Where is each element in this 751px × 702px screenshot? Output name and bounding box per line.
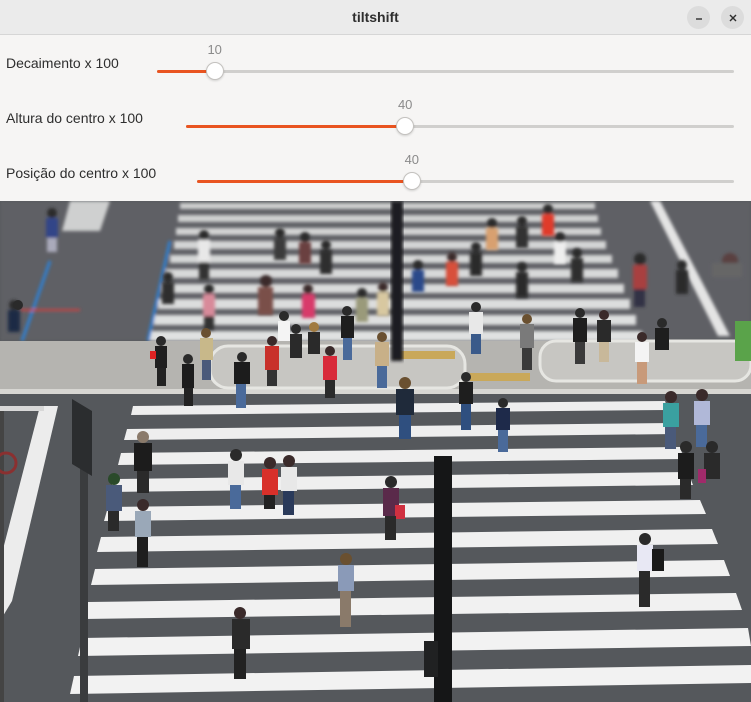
crosswalk-illustration (0, 201, 751, 702)
slider-handle-decaimento[interactable] (205, 62, 224, 80)
slider-row-altura: Altura do centro x 100 40 (0, 90, 751, 145)
close-button[interactable] (721, 6, 744, 29)
slider-decaimento[interactable] (157, 70, 734, 73)
slider-label-posicao: Posição do centro x 100 (6, 165, 157, 181)
slider-row-posicao: Posição do centro x 100 40 (0, 145, 751, 200)
app-window: tiltshift Decaimento x 100 10 Altura do … (0, 0, 751, 702)
crosswalk-photo (0, 201, 751, 702)
slider-value-decaimento: 10 (207, 42, 222, 57)
slider-label-altura: Altura do centro x 100 (6, 110, 143, 126)
slider-fill-posicao (197, 180, 412, 183)
window-title: tiltshift (352, 9, 399, 25)
minimize-icon (695, 17, 702, 20)
slider-handle-posicao[interactable] (402, 172, 421, 190)
slider-value-posicao: 40 (404, 152, 420, 167)
minimize-button[interactable] (687, 6, 710, 29)
slider-row-decaimento: Decaimento x 100 10 (0, 35, 751, 90)
slider-handle-altura[interactable] (396, 117, 415, 135)
slider-value-altura: 40 (397, 97, 413, 112)
slider-fill-altura (186, 125, 406, 128)
slider-posicao[interactable] (197, 180, 734, 183)
title-bar: tiltshift (0, 0, 751, 35)
slider-label-decaimento: Decaimento x 100 (6, 55, 119, 71)
slider-altura[interactable] (186, 125, 734, 128)
close-icon (729, 14, 736, 21)
controls-panel: Decaimento x 100 10 Altura do centro x 1… (0, 35, 751, 201)
